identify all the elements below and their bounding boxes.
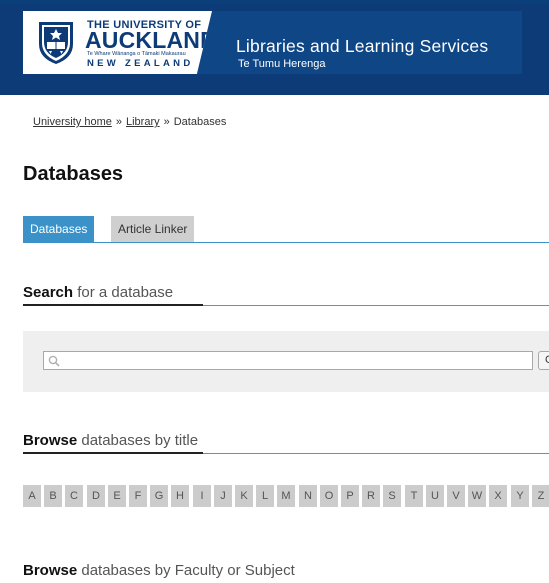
browse-title-heading: Browse databases by title: [23, 432, 198, 449]
alphabet-letter-u[interactable]: U: [426, 485, 444, 507]
alphabet-letter-o[interactable]: O: [320, 485, 338, 507]
browse-title-heading-strong: Browse: [23, 432, 78, 449]
database-search-input[interactable]: [43, 351, 533, 370]
browse-title-heading-light: databases by title: [77, 432, 199, 449]
alphabet-letter-j[interactable]: J: [214, 485, 232, 507]
alphabet-letter-i[interactable]: I: [193, 485, 211, 507]
alphabet-letter-g[interactable]: G: [150, 485, 168, 507]
alphabet-letter-p[interactable]: P: [341, 485, 359, 507]
alphabet-letter-b[interactable]: B: [44, 485, 62, 507]
alphabet-letter-d[interactable]: D: [87, 485, 105, 507]
university-logo[interactable]: THE UNIVERSITY OF AUCKLAND Te Whare Wāna…: [23, 11, 212, 74]
site-subtitle: Te Tumu Herenga: [238, 58, 326, 70]
breadcrumb-separator: »: [115, 116, 122, 128]
alphabet-letter-n[interactable]: N: [299, 485, 317, 507]
alphabet-letter-y[interactable]: Y: [511, 485, 529, 507]
breadcrumb-current: Databases: [173, 116, 227, 128]
breadcrumb-university-home-link[interactable]: University home: [33, 116, 112, 128]
alphabet-letter-x[interactable]: X: [489, 485, 507, 507]
crest-icon: [39, 22, 73, 64]
search-heading: Search for a database: [23, 284, 173, 301]
alphabet-letter-s[interactable]: S: [383, 485, 401, 507]
alphabet-letter-r[interactable]: R: [362, 485, 380, 507]
tab-article-linker[interactable]: Article Linker: [111, 216, 195, 243]
alphabet-letter-l[interactable]: L: [256, 485, 274, 507]
university-country: NEW ZEALAND: [87, 58, 194, 69]
alphabet-letter-c[interactable]: C: [65, 485, 83, 507]
alphabet-letter-t[interactable]: T: [405, 485, 423, 507]
search-button[interactable]: Go: [538, 351, 549, 370]
breadcrumb-library-link[interactable]: Library: [126, 116, 160, 128]
search-icon: [48, 355, 60, 367]
alphabet-letter-w[interactable]: W: [468, 485, 486, 507]
browse-subject-heading: Browse databases by Faculty or Subject: [23, 562, 295, 579]
search-heading-strong: Search: [23, 284, 74, 301]
browse-subject-heading-strong: Browse: [23, 562, 78, 579]
tab-databases[interactable]: Databases: [23, 216, 95, 243]
breadcrumb: University home» Library» Databases: [33, 116, 226, 128]
university-maori-name: Te Whare Wānanga o Tāmaki Makaurau: [87, 51, 186, 57]
page-title: Databases: [23, 163, 124, 185]
alphabet-letter-k[interactable]: K: [235, 485, 253, 507]
search-heading-underline: [23, 304, 203, 306]
alphabet-letter-a[interactable]: A: [23, 485, 41, 507]
alphabet-letter-z[interactable]: Z: [532, 485, 549, 507]
tab-divider: [23, 242, 549, 243]
search-panel: Go: [23, 331, 549, 392]
university-name-line2: AUCKLAND: [85, 27, 217, 53]
search-heading-light: for a database: [73, 284, 174, 301]
alphabet-letter-h[interactable]: H: [171, 485, 189, 507]
alphabet-letter-e[interactable]: E: [108, 485, 126, 507]
browse-title-heading-underline: [23, 452, 203, 454]
breadcrumb-separator: »: [163, 116, 170, 128]
site-title[interactable]: Libraries and Learning Services: [236, 36, 488, 57]
alphabet-letter-f[interactable]: F: [129, 485, 147, 507]
browse-subject-heading-light: databases by Faculty or Subject: [77, 562, 295, 579]
alphabet-letter-m[interactable]: M: [277, 485, 295, 507]
alphabet-letter-v[interactable]: V: [447, 485, 465, 507]
